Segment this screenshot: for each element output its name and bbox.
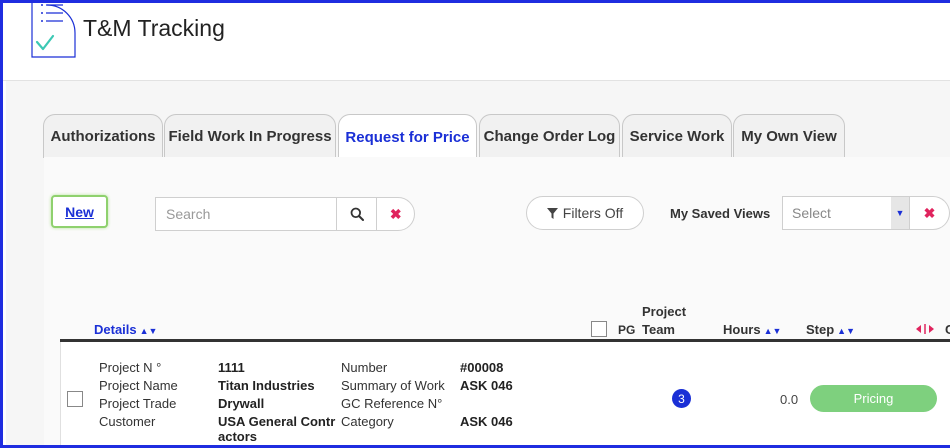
main-content: Authorizations Field Work In Progress Re… [6,81,950,445]
column-header-project-team[interactable]: Team [642,322,675,337]
close-icon: ✖ [923,204,936,221]
hours-header-label: Hours [723,322,761,337]
saved-views-select-value: Select [792,205,831,221]
clear-search-button[interactable]: ✖ [376,198,414,230]
number-label: Number [341,360,388,375]
saved-views-select[interactable]: Select ▼ [782,196,910,230]
gc-reference-label: GC Reference N° [341,396,443,411]
saved-views-label: My Saved Views [670,206,771,221]
tab-change-order-log[interactable]: Change Order Log [479,114,620,158]
search-input[interactable] [156,198,336,230]
filter-icon [546,207,558,219]
project-number-value: 1111 [218,360,245,375]
summary-of-work-value: ASK 046 [460,378,513,393]
sort-icon: ▲▼ [837,326,855,336]
hours-value: 0.0 [780,392,799,407]
tab-my-own-view[interactable]: My Own View [733,114,845,158]
summary-of-work-label: Summary of Work [341,378,445,393]
search-icon [350,207,364,221]
tab-service-work[interactable]: Service Work [622,114,732,158]
column-header-pg[interactable]: PG [618,323,635,337]
number-value: #00008 [460,360,504,375]
category-label: Category [341,414,394,429]
column-header-cut-off[interactable]: C [945,322,950,337]
resize-columns-icon[interactable] [916,324,934,334]
project-team-count-badge[interactable]: 3 [672,389,691,408]
details-header-label: Details [94,322,137,337]
filters-toggle-button[interactable]: Filters Off [526,196,644,230]
step-header-label: Step [806,322,835,337]
app-title: T&M Tracking [83,15,225,41]
select-all-checkbox[interactable] [591,321,607,337]
search-box: ✖ [155,197,415,231]
checklist-logo-icon [31,3,76,58]
project-name-label: Project Name [99,378,178,393]
column-header-step[interactable]: Step ▲▼ [806,322,855,337]
category-value: ASK 046 [460,414,513,429]
new-button[interactable]: New [65,204,94,220]
close-icon: ✖ [389,205,402,222]
sort-icon: ▲▼ [763,326,782,336]
clear-saved-view-button[interactable]: ✖ [910,196,950,230]
customer-label: Customer [99,414,156,429]
filters-label: Filters Off [562,205,624,221]
tab-panel: New ✖ Filters Off [44,157,950,445]
project-number-label: Project N ° [99,360,162,375]
search-button[interactable] [336,198,376,230]
sort-icon: ▲▼ [139,326,158,336]
project-trade-value: Drywall [218,396,265,411]
column-header-hours[interactable]: Hours ▲▼ [723,322,781,337]
tab-request-for-price[interactable]: Request for Price [338,114,477,159]
customer-value-cont: actors [218,429,258,444]
project-trade-label: Project Trade [99,396,177,411]
step-status-pill[interactable]: Pricing [810,385,937,412]
app-frame: T&M Tracking Authorizations Field Work I… [0,0,950,448]
column-header-project-team-line1: Project [642,304,687,319]
column-header-details[interactable]: Details ▲▼ [94,322,157,337]
new-button-container: New [51,195,108,228]
row-checkbox[interactable] [67,391,83,407]
customer-value: USA General Contr [218,414,336,429]
app-header: T&M Tracking [3,3,950,81]
tab-authorizations[interactable]: Authorizations [43,114,163,158]
tab-field-work-in-progress[interactable]: Field Work In Progress [164,114,336,158]
project-name-value: Titan Industries [218,378,315,393]
chevron-down-icon: ▼ [891,197,909,229]
